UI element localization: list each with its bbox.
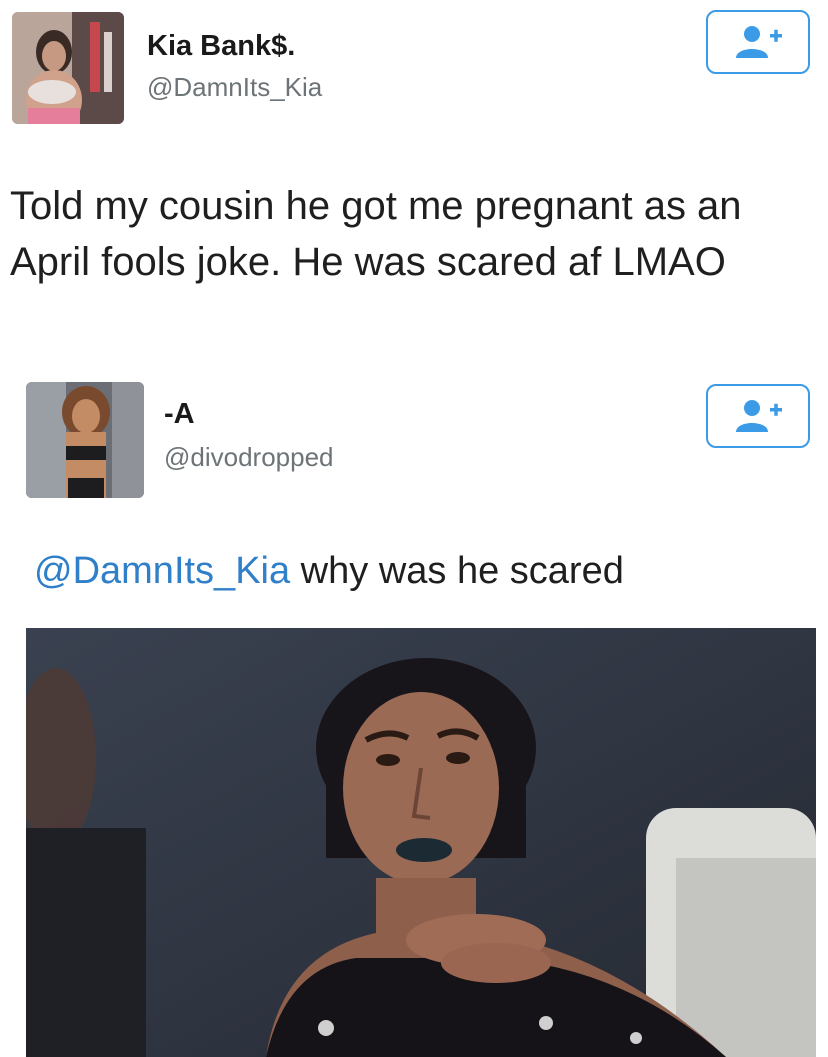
- follow-button[interactable]: [706, 10, 810, 74]
- user-handle[interactable]: @DamnIts_Kia: [147, 72, 322, 103]
- tweet-reply: -A @divodropped @DamnIts_Kia why was he …: [0, 380, 828, 1057]
- tweet-photo[interactable]: [26, 628, 816, 1057]
- tweet-original: Kia Bank$. @DamnIts_Kia Told my cousin h…: [0, 0, 828, 380]
- display-name[interactable]: Kia Bank$.: [147, 30, 295, 63]
- add-user-icon: [736, 26, 782, 58]
- user-handle[interactable]: @divodropped: [164, 442, 334, 473]
- avatar[interactable]: [26, 382, 144, 498]
- mention-link[interactable]: @DamnIts_Kia: [34, 550, 290, 592]
- avatar[interactable]: [12, 12, 124, 124]
- reply-text: @DamnIts_Kia why was he scared: [34, 550, 624, 593]
- reply-body: why was he scared: [290, 550, 624, 592]
- tweet-text: Told my cousin he got me pregnant as an …: [10, 184, 742, 284]
- add-user-icon: [736, 400, 782, 432]
- follow-button[interactable]: [706, 384, 810, 448]
- display-name[interactable]: -A: [164, 398, 195, 431]
